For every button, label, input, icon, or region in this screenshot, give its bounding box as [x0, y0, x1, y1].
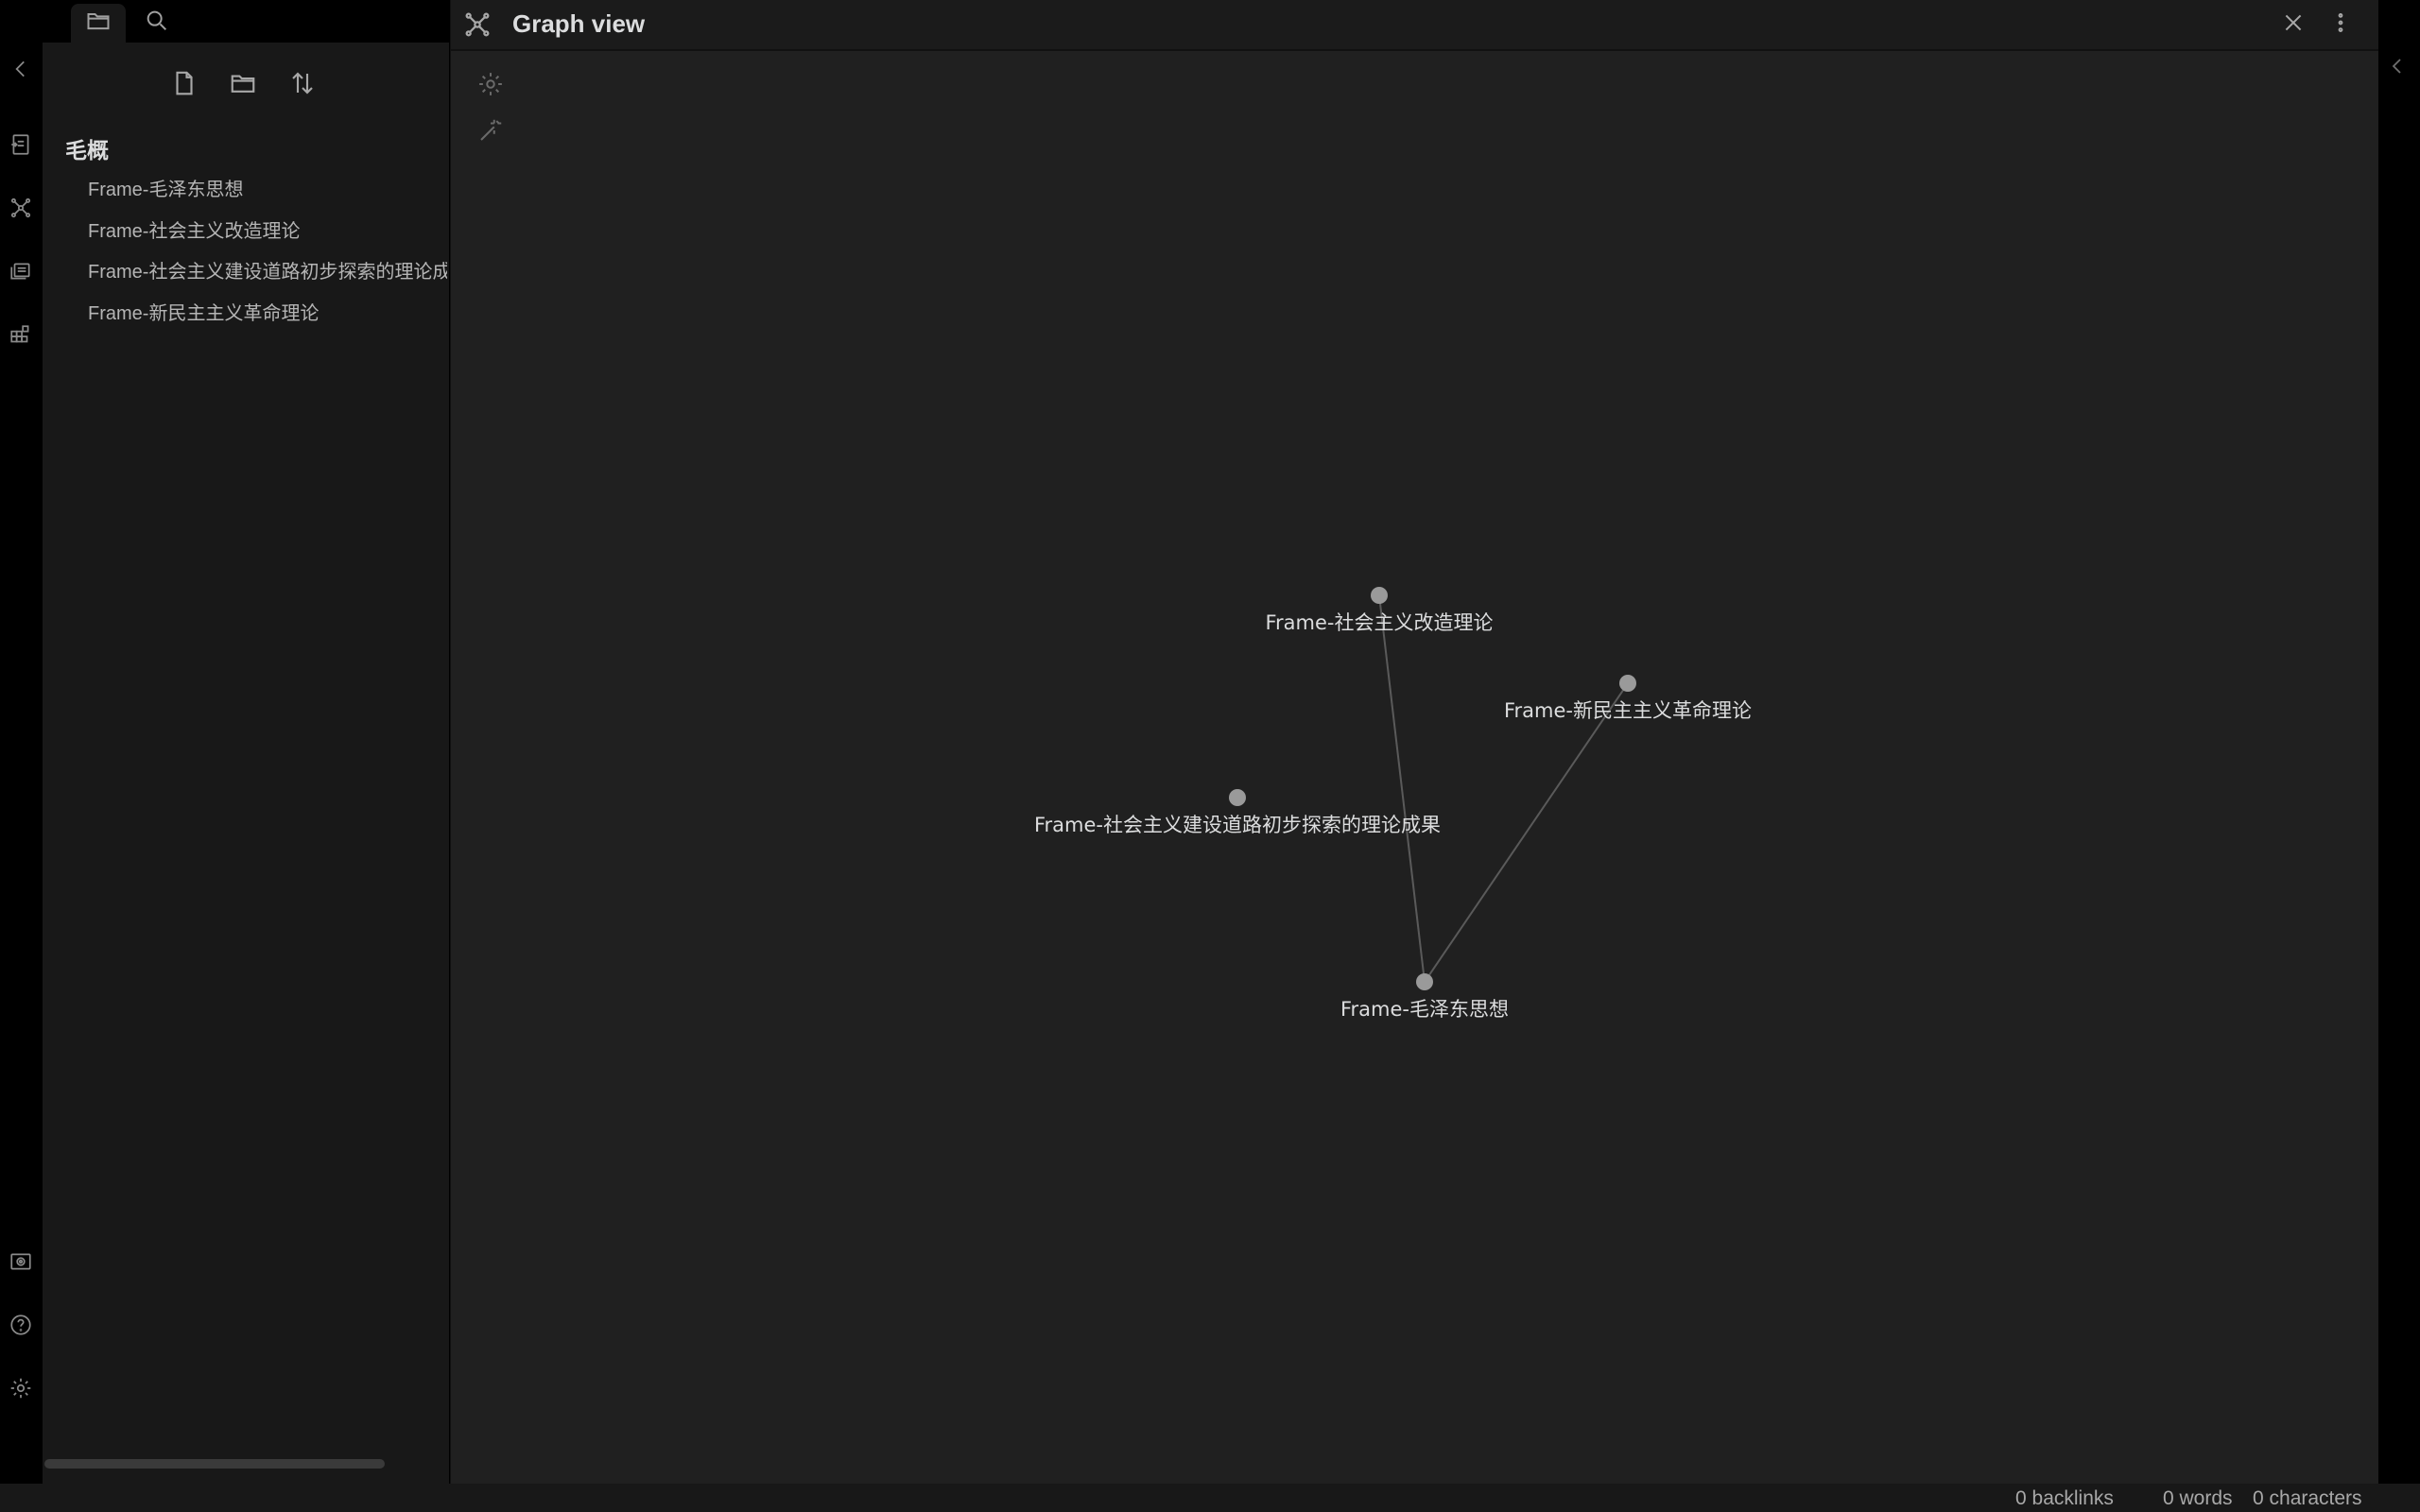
left-ribbon: [0, 0, 43, 1484]
file-item[interactable]: Frame-毛泽东思想: [88, 170, 447, 212]
file-explorer-sidebar: 毛概 Frame-毛泽东思想 Frame-社会主义改造理论 Frame-社会主义…: [43, 0, 449, 1484]
graph-node[interactable]: [1416, 973, 1433, 990]
graph-node-label[interactable]: Frame-社会主义建设道路初步探索的理论成果: [1034, 814, 1441, 836]
plugins-icon[interactable]: [7, 321, 35, 350]
new-folder-icon: [229, 69, 257, 102]
more-options-button[interactable]: [2326, 10, 2355, 39]
expand-right-sidebar-button[interactable]: [2386, 55, 2412, 81]
status-bar: 0 backlinks 0 words 0 characters: [0, 1484, 2420, 1512]
new-note-icon: [170, 69, 199, 102]
search-icon: [144, 8, 170, 39]
graph-canvas[interactable]: Frame-社会主义改造理论 Frame-新民主主义革命理论 Frame-社会主义建…: [451, 49, 2378, 1484]
graph-icon: [462, 9, 493, 40]
horizontal-scrollbar[interactable]: [43, 1457, 449, 1470]
more-vertical-icon: [2328, 10, 2353, 40]
graph-edge: [1378, 594, 1426, 983]
graph-edge: [1424, 682, 1629, 983]
scrollbar-thumb[interactable]: [44, 1459, 385, 1469]
close-button[interactable]: [2279, 10, 2308, 39]
graph-node[interactable]: [1229, 789, 1246, 806]
view-header: Graph view: [451, 0, 2378, 51]
close-icon: [2281, 10, 2306, 40]
file-item[interactable]: Frame-社会主义改造理论: [88, 212, 447, 253]
file-explorer-actions: [43, 64, 449, 106]
new-folder-button[interactable]: [224, 66, 262, 104]
graph-node[interactable]: [1619, 675, 1636, 692]
tab-file-explorer[interactable]: [71, 4, 126, 43]
open-quick-switcher-icon[interactable]: [7, 130, 35, 159]
collapse-left-icon[interactable]: [7, 55, 35, 83]
chevron-left-icon: [2386, 59, 2409, 81]
file-item[interactable]: Frame-新民主主义革命理论: [88, 294, 447, 335]
vault-icon[interactable]: [7, 1247, 35, 1276]
folder-title[interactable]: 毛概: [65, 132, 109, 164]
folder-icon: [85, 8, 112, 39]
file-list: Frame-毛泽东思想 Frame-社会主义改造理论 Frame-社会主义建设道…: [88, 170, 447, 335]
new-note-button[interactable]: [165, 66, 203, 104]
tab-search[interactable]: [130, 4, 184, 43]
graph-nodes: Frame-社会主义改造理论 Frame-新民主主义革命理论 Frame-社会主义建…: [1034, 587, 1752, 1021]
settings-icon[interactable]: [7, 1374, 35, 1402]
sort-icon: [288, 69, 317, 102]
sidebar-tab-bar: [43, 0, 449, 43]
graph-edges: [1378, 594, 1629, 983]
graph-node-label[interactable]: Frame-新民主主义革命理论: [1504, 699, 1752, 722]
slides-icon[interactable]: [7, 257, 35, 285]
graph-node[interactable]: [1371, 587, 1388, 604]
character-count: 0 characters: [2253, 1487, 2362, 1509]
graph-node-label[interactable]: Frame-社会主义改造理论: [1265, 611, 1493, 634]
app-window: 毛概 Frame-毛泽东思想 Frame-社会主义改造理论 Frame-社会主义…: [0, 0, 2420, 1512]
view-title: Graph view: [512, 9, 646, 38]
file-item[interactable]: Frame-社会主义建设道路初步探索的理论成果: [88, 252, 447, 294]
graph-view-pane: Graph view Frame-社会主义改造理论 Frame-新民主主义革命理…: [450, 0, 2378, 1484]
help-icon[interactable]: [7, 1311, 35, 1339]
backlinks-count[interactable]: 0 backlinks: [2015, 1487, 2114, 1510]
graph-view-icon[interactable]: [7, 194, 35, 222]
word-count: 0 words: [2163, 1487, 2233, 1509]
right-ribbon: [2378, 0, 2420, 1484]
sort-button[interactable]: [284, 66, 321, 104]
graph-node-label[interactable]: Frame-毛泽东思想: [1340, 998, 1509, 1021]
